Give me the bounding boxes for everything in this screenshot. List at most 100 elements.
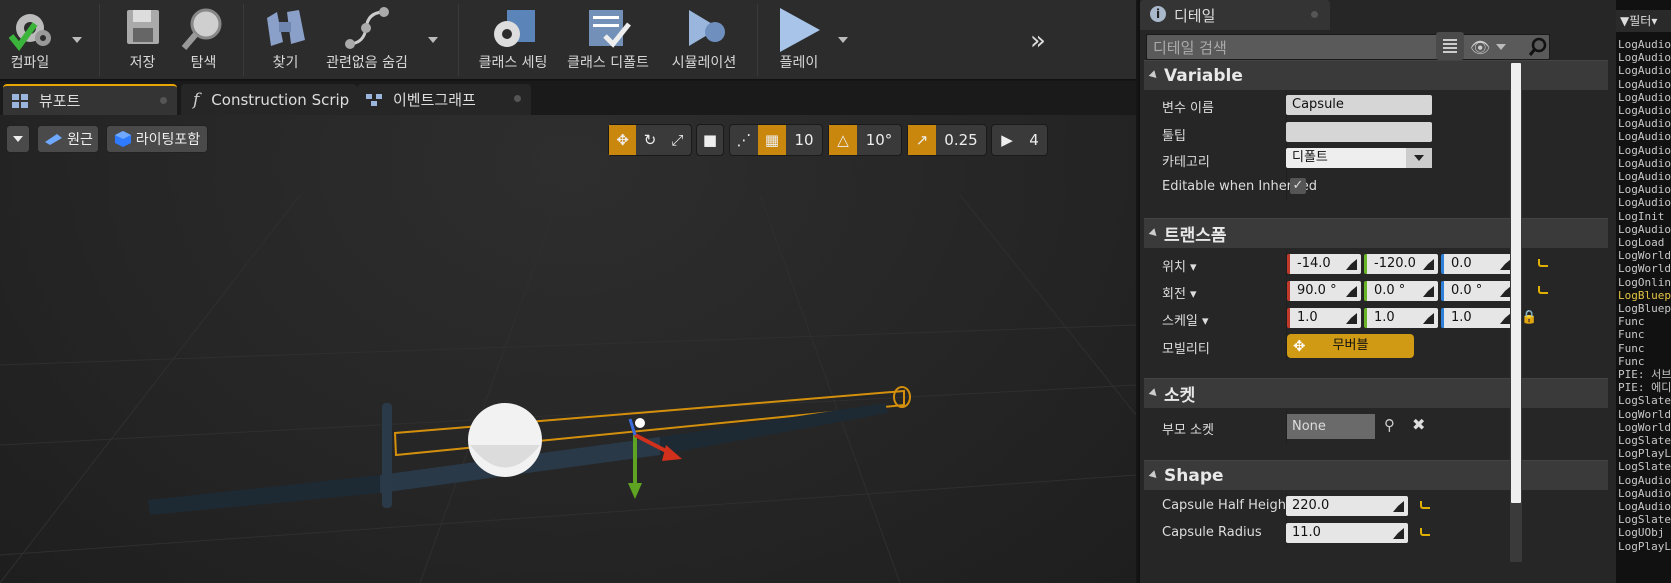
- reset-to-default-icon[interactable]: [1420, 528, 1430, 536]
- tab-viewport[interactable]: 뷰포트: [3, 84, 177, 115]
- rotation-snap-group: △ 10°: [828, 124, 902, 156]
- perspective-button[interactable]: 원근: [37, 125, 99, 153]
- location-x-value: -14.0: [1297, 256, 1331, 271]
- class-defaults-button[interactable]: 클래스 디폴트: [562, 0, 654, 80]
- hide-unrelated-dropdown-arrow-icon[interactable]: [428, 37, 438, 43]
- browse-socket-search-icon[interactable]: ⚲: [1384, 416, 1395, 434]
- compile-dropdown-arrow-icon[interactable]: [72, 37, 82, 43]
- magnifier-icon: [181, 8, 221, 50]
- tooltip-input[interactable]: [1286, 122, 1432, 142]
- play-icon: [780, 8, 820, 52]
- tab-close-icon[interactable]: [160, 97, 167, 104]
- surface-snap-icon[interactable]: ⋰: [730, 125, 758, 155]
- camera-speed-group[interactable]: ▶ 4: [991, 124, 1048, 156]
- category-combo[interactable]: 디폴트: [1286, 148, 1432, 168]
- simulate-icon: [689, 10, 725, 46]
- parent-socket-field[interactable]: None: [1287, 414, 1375, 439]
- log-line: LogUObj: [1618, 526, 1665, 540]
- play-button[interactable]: 플레이: [768, 0, 830, 80]
- editable-inherited-checkbox[interactable]: ✓: [1290, 178, 1306, 194]
- grid-snap-group: ⋰ ▦ 10: [729, 124, 823, 156]
- log-line: LogAudio: [1618, 196, 1671, 210]
- category-dropdown-button[interactable]: [1406, 148, 1432, 168]
- log-line: LogBluep: [1618, 288, 1671, 302]
- scale-x-input[interactable]: 1.0: [1287, 308, 1361, 328]
- capsule-radius-input[interactable]: 11.0: [1286, 523, 1408, 543]
- scale-label[interactable]: 스케일 ▾: [1162, 310, 1209, 329]
- location-z-value: 0.0: [1451, 256, 1472, 271]
- rotate-mode-icon[interactable]: ↻: [636, 125, 663, 155]
- rotation-label[interactable]: 회전 ▾: [1162, 283, 1197, 302]
- scale-snap-icon[interactable]: ↗: [908, 125, 936, 155]
- mobility-movable-button[interactable]: ✥ 무버블: [1287, 334, 1414, 358]
- log-line: LogWorld: [1618, 420, 1671, 434]
- reset-to-default-icon[interactable]: [1538, 259, 1548, 267]
- capsule-half-height-input[interactable]: 220.0: [1286, 496, 1408, 516]
- log-line: PIE: 에디: [1618, 381, 1671, 395]
- class-settings-label: 클래스 세팅: [478, 55, 548, 71]
- reset-to-default-icon[interactable]: [1538, 286, 1548, 294]
- viewport-options-dropdown[interactable]: [6, 125, 30, 153]
- location-y-input[interactable]: -120.0: [1364, 254, 1438, 274]
- class-settings-button[interactable]: 클래스 세팅: [472, 0, 554, 80]
- property-matrix-button[interactable]: [1436, 32, 1464, 60]
- section-transform-header[interactable]: 트랜스폼: [1144, 218, 1608, 248]
- scale-mode-icon[interactable]: ⤢: [664, 125, 691, 155]
- chevron-down-icon: [1414, 155, 1424, 161]
- tooltip-label: 툴팁: [1162, 129, 1186, 144]
- coordinate-space-toggle[interactable]: ■: [696, 124, 724, 156]
- property-row-variable-name: 변수 이름 Capsule: [1144, 91, 1608, 119]
- main-toolbar: 컴파일 저장 탐색 찾기 관련없음 숨김 클래스 세팅 클래스 디폴트 시뮬레이…: [0, 0, 1136, 80]
- scale-lock-icon[interactable]: 🔒: [1521, 310, 1537, 325]
- log-line: LogSlate: [1618, 434, 1671, 447]
- log-line: Func: [1618, 354, 1645, 368]
- location-label[interactable]: 위치 ▾: [1162, 256, 1197, 275]
- grid-snap-value[interactable]: 10: [786, 125, 822, 155]
- reset-to-default-icon[interactable]: [1420, 501, 1430, 509]
- scale-x-value: 1.0: [1297, 310, 1318, 325]
- log-line: LogAudio: [1618, 64, 1671, 78]
- lighting-mode-button[interactable]: 라이팅포함: [106, 125, 208, 153]
- visibility-eye-icon[interactable]: 👁: [1470, 38, 1490, 57]
- hide-unrelated-button[interactable]: 관련없음 숨김: [322, 0, 412, 80]
- play-dropdown-arrow-icon[interactable]: [838, 37, 848, 43]
- property-row-mobility: 모빌리티 ✥ 무버블: [1144, 332, 1608, 360]
- details-scrollbar-thumb[interactable]: [1511, 63, 1521, 503]
- scale-y-input[interactable]: 1.0: [1364, 308, 1438, 328]
- find-button[interactable]: 찾기: [258, 0, 313, 80]
- log-line: LogSlate: [1618, 460, 1671, 474]
- log-line: LogAudio: [1618, 51, 1671, 65]
- tab-close-icon[interactable]: [514, 95, 521, 102]
- translate-mode-icon[interactable]: ✥: [609, 125, 637, 155]
- rotation-snap-icon[interactable]: △: [829, 125, 857, 155]
- rotation-z-input[interactable]: 0.0 °: [1441, 281, 1515, 301]
- location-z-input[interactable]: 0.0: [1441, 254, 1515, 274]
- visibility-dropdown-arrow-icon[interactable]: [1496, 44, 1506, 50]
- section-shape-header[interactable]: Shape: [1144, 460, 1608, 490]
- location-x-input[interactable]: -14.0: [1287, 254, 1361, 274]
- rotation-y-input[interactable]: 0.0 °: [1364, 281, 1438, 301]
- tab-close-icon[interactable]: [1311, 11, 1318, 18]
- log-filter-button[interactable]: ▼필터▾: [1616, 10, 1671, 32]
- simulate-button[interactable]: 시뮬레이션: [664, 0, 744, 80]
- section-socket-header[interactable]: 소켓: [1144, 378, 1608, 408]
- rotation-x-input[interactable]: 90.0 °: [1287, 281, 1361, 301]
- log-filter-label: 필터: [1629, 14, 1652, 28]
- browse-button[interactable]: 탐색: [176, 0, 231, 80]
- log-line: LogWorld: [1618, 407, 1671, 421]
- scale-z-input[interactable]: 1.0: [1441, 308, 1515, 328]
- tab-construction-script[interactable]: f Construction Scrip: [181, 84, 357, 115]
- rotation-snap-value[interactable]: 10°: [857, 125, 901, 155]
- scale-snap-value[interactable]: 0.25: [936, 125, 986, 155]
- tab-event-graph[interactable]: 이벤트그래프: [357, 84, 531, 115]
- compile-button[interactable]: 컴파일: [0, 0, 60, 80]
- details-tab[interactable]: i 디테일: [1140, 0, 1330, 30]
- section-variable-header[interactable]: Variable: [1144, 60, 1608, 90]
- var-name-input[interactable]: Capsule: [1286, 95, 1432, 115]
- clear-socket-x-icon[interactable]: ✖: [1412, 415, 1425, 434]
- save-button[interactable]: 저장: [115, 0, 170, 80]
- viewport[interactable]: 원근 라이팅포함 ✥ ↻ ⤢ ■ ⋰ ▦ 10 △ 10° ↗ 0.25 ▶ 4: [0, 115, 1136, 583]
- log-line: LogInit: [1618, 209, 1665, 223]
- grid-snap-icon[interactable]: ▦: [758, 125, 786, 155]
- toolbar-overflow-chevron-icon[interactable]: »: [1030, 26, 1046, 56]
